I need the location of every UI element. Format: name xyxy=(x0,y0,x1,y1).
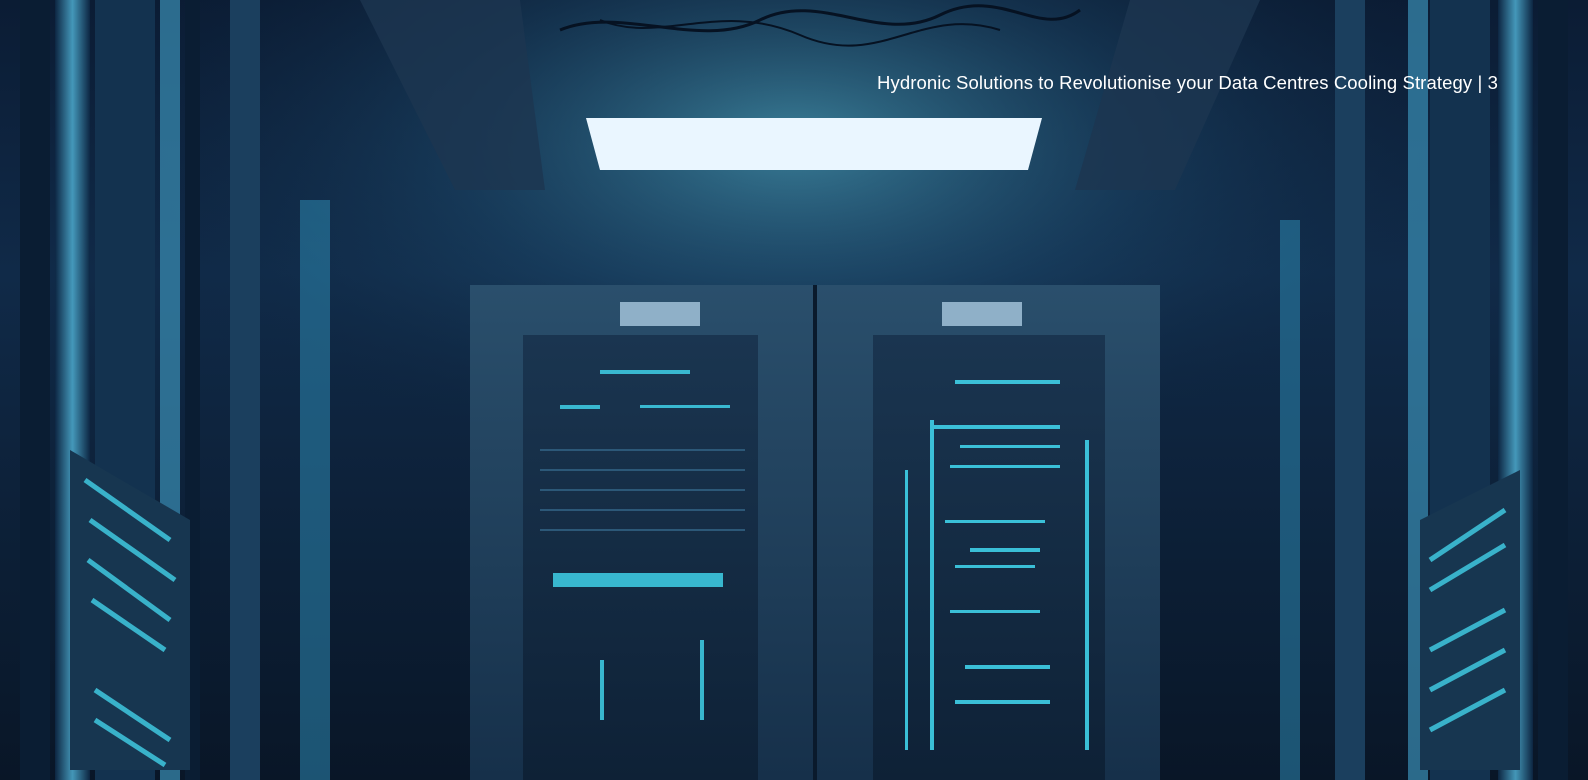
server-room-background-image xyxy=(0,0,1588,780)
header-separator: | xyxy=(1477,72,1483,93)
page-number: 3 xyxy=(1487,72,1498,93)
document-title: Hydronic Solutions to Revolutionise your… xyxy=(877,72,1473,93)
page-header: Hydronic Solutions to Revolutionise your… xyxy=(877,72,1498,94)
brochure-page: Hydronic Solutions to Revolutionise your… xyxy=(0,0,1588,780)
